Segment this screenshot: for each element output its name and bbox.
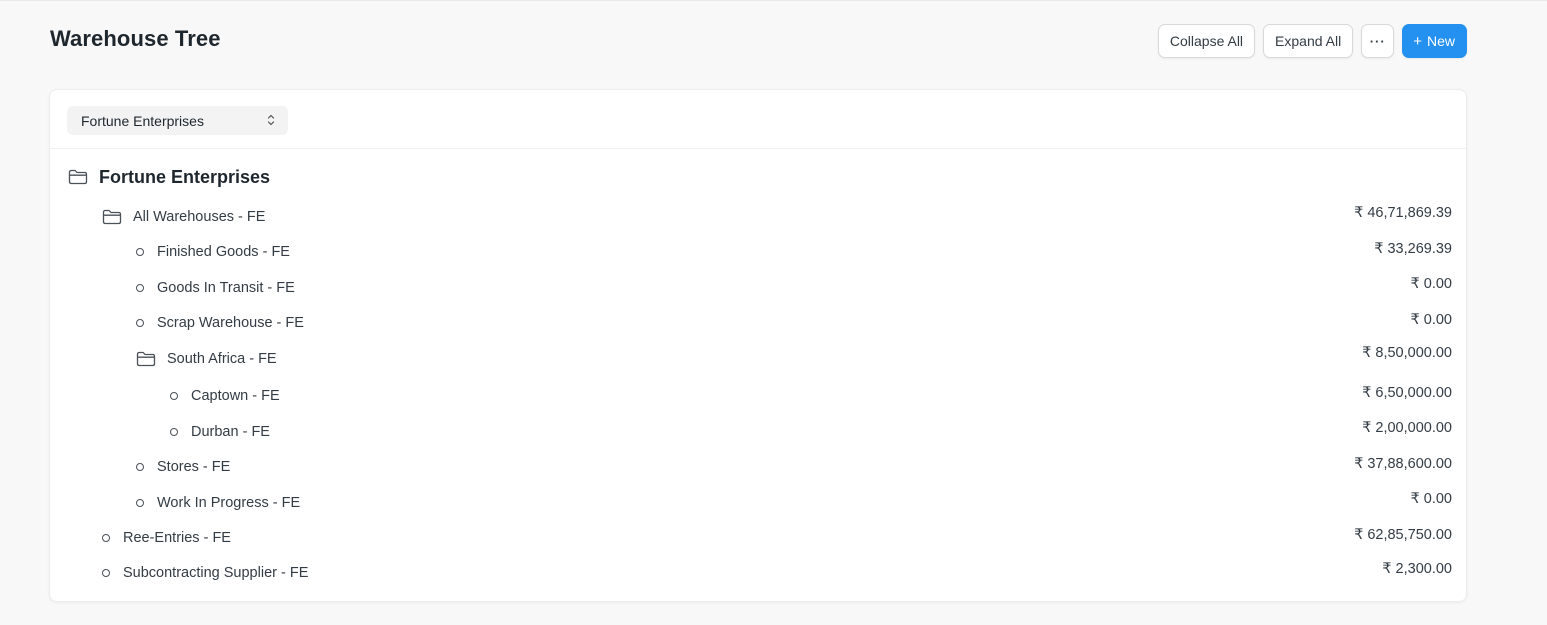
balance-value: ₹ 46,71,869.39	[1354, 205, 1452, 221]
balance-value: ₹ 0.00	[1410, 491, 1452, 507]
new-button-label: New	[1426, 33, 1455, 49]
tree-node: Finished Goods - FE	[136, 237, 290, 267]
tree-row[interactable]: Goods In Transit - FE ₹ 0.00	[50, 273, 1468, 303]
circle-icon	[170, 428, 178, 436]
tree-row[interactable]: South Africa - FE ₹ 8,50,000.00	[50, 344, 1468, 374]
circle-icon	[102, 569, 110, 577]
tree-node-label: Stores - FE	[157, 459, 231, 475]
tree-node-label: Subcontracting Supplier - FE	[123, 565, 309, 581]
tree-row[interactable]: Stores - FE ₹ 37,88,600.00	[50, 452, 1468, 482]
balance-value: ₹ 33,269.39	[1374, 241, 1452, 257]
new-button[interactable]: + New	[1402, 24, 1467, 58]
balance-value: ₹ 0.00	[1410, 276, 1452, 292]
tree-node: Subcontracting Supplier - FE	[102, 558, 308, 588]
tree-node-label: Goods In Transit - FE	[157, 280, 295, 296]
tree-node: Stores - FE	[136, 452, 230, 482]
tree-node-label: Scrap Warehouse - FE	[157, 315, 304, 331]
folder-icon	[136, 351, 156, 367]
tree-node: Work In Progress - FE	[136, 488, 300, 518]
tree-node: Captown - FE	[170, 381, 280, 411]
tree-node-label: Durban - FE	[191, 424, 270, 440]
balance-value: ₹ 62,85,750.00	[1354, 527, 1452, 543]
tree-node-label: All Warehouses - FE	[133, 209, 266, 225]
tree-root-row[interactable]: Fortune Enterprises	[50, 162, 1468, 192]
tree-node: Ree-Entries - FE	[102, 523, 231, 553]
company-select-value: Fortune Enterprises	[81, 112, 204, 129]
balance-value: ₹ 2,300.00	[1382, 561, 1452, 577]
tree-row[interactable]: Subcontracting Supplier - FE ₹ 2,300.00	[50, 558, 1468, 588]
tree-row[interactable]: Ree-Entries - FE ₹ 62,85,750.00	[50, 523, 1468, 553]
tree-row[interactable]: Captown - FE ₹ 6,50,000.00	[50, 381, 1468, 411]
tree-node-label: Work In Progress - FE	[157, 495, 301, 511]
balance-value: ₹ 37,88,600.00	[1354, 456, 1452, 472]
collapse-all-button[interactable]: Collapse All	[1157, 24, 1256, 58]
tree-row[interactable]: All Warehouses - FE ₹ 46,71,869.39	[50, 202, 1468, 232]
page-actions: Collapse All Expand All ··· + New	[1157, 24, 1467, 58]
card-header: Fortune Enterprises	[50, 90, 1466, 149]
tree-row[interactable]: Scrap Warehouse - FE ₹ 0.00	[50, 308, 1468, 338]
tree-node: Durban - FE	[170, 417, 270, 447]
chevron-up-down-icon	[267, 114, 275, 126]
tree-node-label: Finished Goods - FE	[157, 244, 290, 260]
tree-card: Fortune Enterprises Fortune Enterprises …	[49, 89, 1467, 602]
circle-icon	[102, 534, 110, 542]
expand-all-button[interactable]: Expand All	[1263, 24, 1354, 58]
tree-row[interactable]: Durban - FE ₹ 2,00,000.00	[50, 417, 1468, 447]
tree-row[interactable]: Work In Progress - FE ₹ 0.00	[50, 488, 1468, 518]
folder-icon	[68, 169, 88, 185]
circle-icon	[136, 319, 144, 327]
tree-node: Goods In Transit - FE	[136, 273, 295, 303]
company-select[interactable]: Fortune Enterprises	[67, 106, 288, 135]
tree-node-label: Ree-Entries - FE	[123, 530, 231, 546]
balance-value: ₹ 2,00,000.00	[1362, 420, 1452, 436]
top-border	[0, 0, 1547, 1]
balance-value: ₹ 8,50,000.00	[1362, 345, 1452, 361]
tree-row[interactable]: Finished Goods - FE ₹ 33,269.39	[50, 237, 1468, 267]
balance-value: ₹ 6,50,000.00	[1362, 385, 1452, 401]
circle-icon	[136, 463, 144, 471]
plus-icon: +	[1413, 32, 1422, 50]
balance-value: ₹ 0.00	[1410, 312, 1452, 328]
circle-icon	[136, 284, 144, 292]
circle-icon	[170, 392, 178, 400]
tree-root-label: Fortune Enterprises	[99, 166, 271, 187]
tree-root-node: Fortune Enterprises	[68, 162, 270, 192]
tree-node: South Africa - FE	[136, 344, 277, 374]
circle-icon	[136, 248, 144, 256]
circle-icon	[136, 499, 144, 507]
tree-node-label: Captown - FE	[191, 388, 280, 404]
tree-node: Scrap Warehouse - FE	[136, 308, 304, 338]
more-actions-button[interactable]: ···	[1361, 24, 1395, 58]
page-title: Warehouse Tree	[50, 26, 221, 51]
tree-node-label: South Africa - FE	[167, 351, 277, 367]
more-icon: ···	[1369, 33, 1386, 49]
folder-icon	[102, 209, 122, 225]
tree-node: All Warehouses - FE	[102, 202, 265, 232]
